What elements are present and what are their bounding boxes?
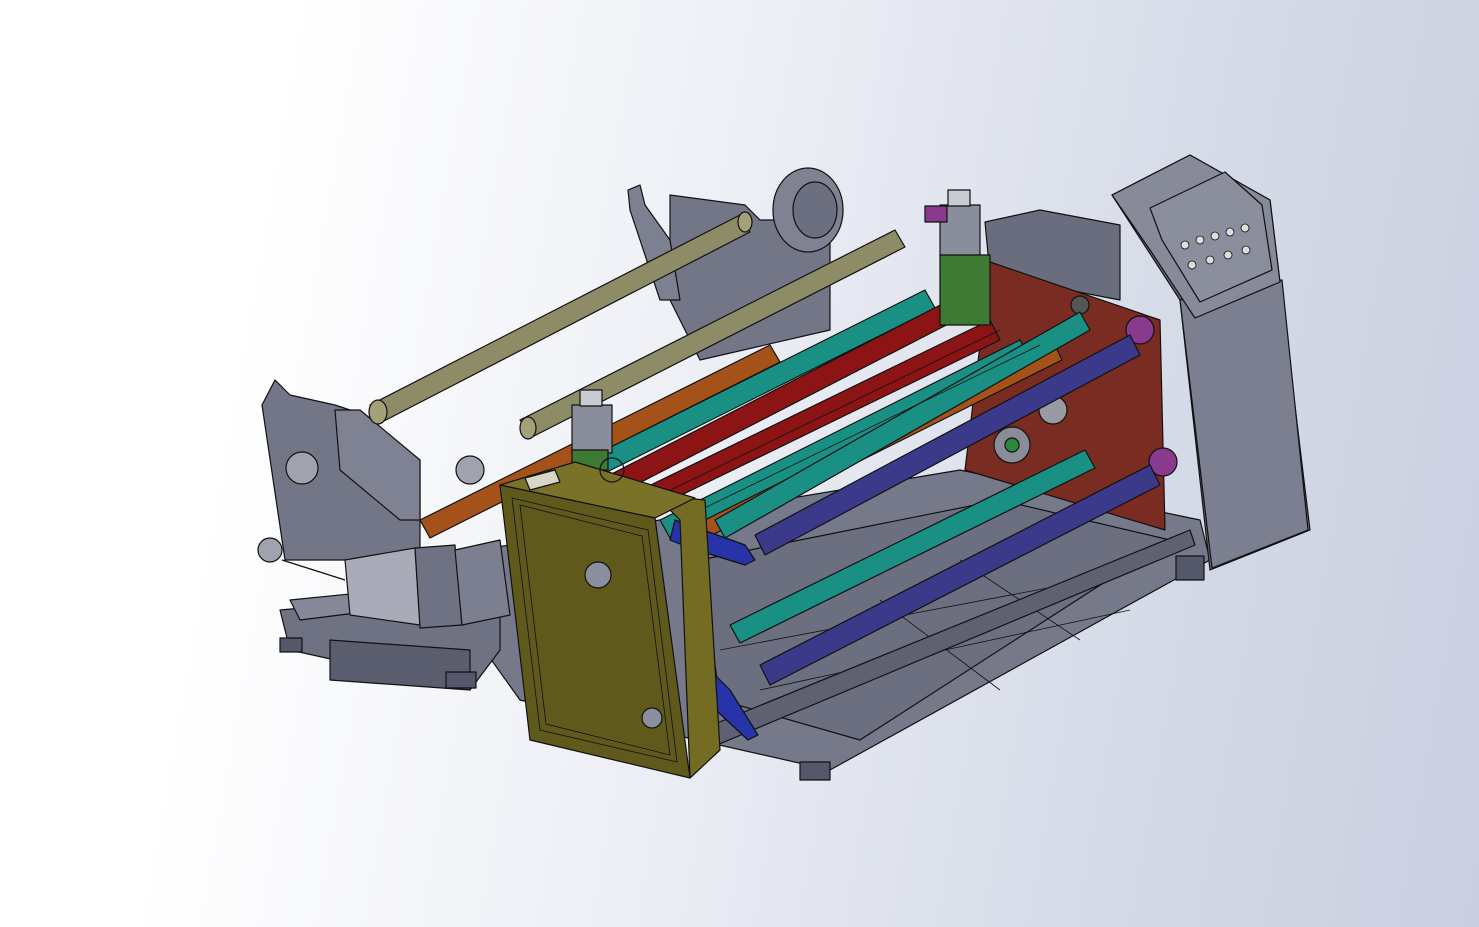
knob-icon[interactable] <box>1180 240 1190 250</box>
foot-icon <box>279 637 303 653</box>
cylinder-endcap <box>414 544 463 629</box>
knife-top-icon <box>579 389 603 407</box>
shaft-port-icon <box>641 707 663 729</box>
foot-icon <box>1175 555 1205 581</box>
piston-rod <box>281 559 346 581</box>
shaft-end-icon <box>368 399 388 425</box>
knob-icon[interactable] <box>1210 231 1220 241</box>
machine-drawing <box>257 154 1311 781</box>
valve-icon <box>257 537 283 563</box>
shaft-port-icon <box>584 561 612 589</box>
knife-holder-front <box>571 404 613 454</box>
knob-icon[interactable] <box>1223 250 1233 260</box>
knob-icon[interactable] <box>1241 245 1251 255</box>
knob-icon[interactable] <box>1195 235 1205 245</box>
knob-icon[interactable] <box>1240 223 1250 233</box>
bolt-icon <box>1070 295 1090 315</box>
foot-icon <box>799 761 831 781</box>
hub-center-icon <box>1004 437 1020 453</box>
knob-icon[interactable] <box>1205 255 1215 265</box>
knob-icon[interactable] <box>1225 227 1235 237</box>
green-bracket <box>939 254 991 326</box>
knob-icon[interactable] <box>1187 260 1197 270</box>
foot-icon <box>445 671 477 689</box>
cylinder-motor <box>454 539 511 626</box>
shaft-end-icon <box>519 416 537 440</box>
cad-viewport <box>0 0 1479 927</box>
shaft-end-icon <box>737 211 753 233</box>
bearing-icon <box>285 451 319 485</box>
magenta-cap <box>924 205 948 223</box>
cylinder-body <box>344 547 421 626</box>
pulley-hub-icon <box>792 181 838 239</box>
bearing-icon <box>455 455 485 485</box>
knife-top-icon <box>947 189 971 207</box>
